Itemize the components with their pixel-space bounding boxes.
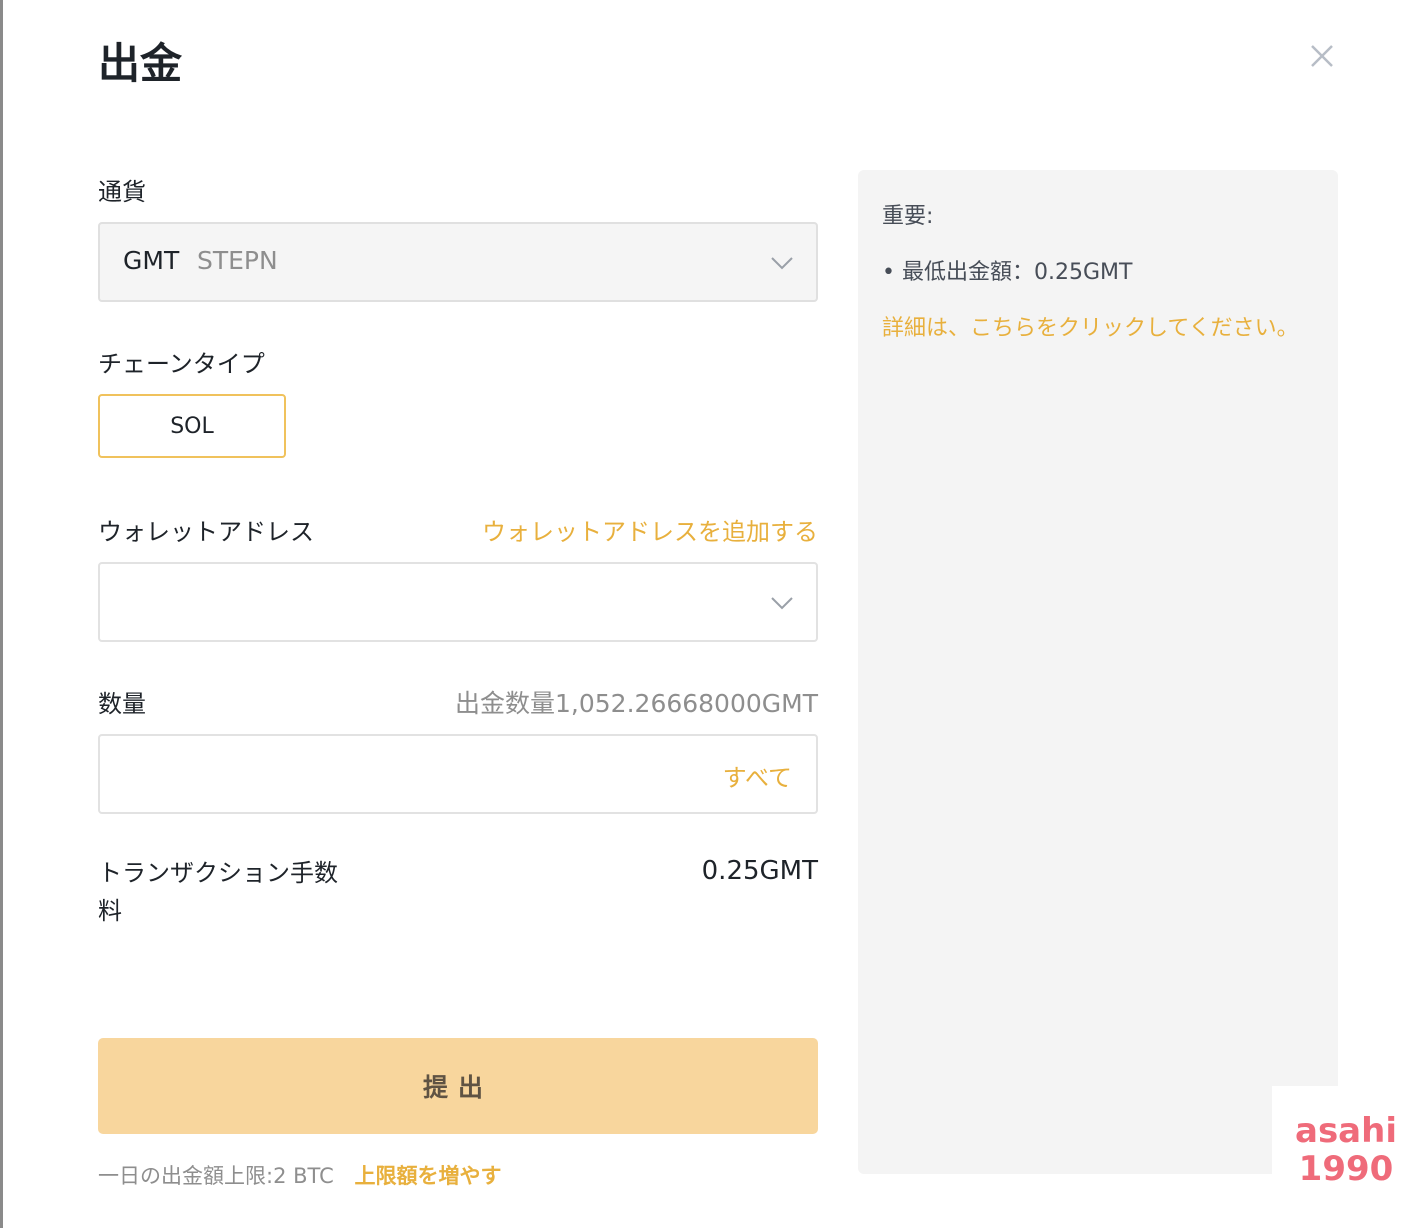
close-button[interactable] bbox=[1302, 36, 1342, 76]
dialog-title: 出金 bbox=[98, 39, 183, 88]
amount-field[interactable]: すべて bbox=[98, 734, 818, 814]
info-title: 重要: bbox=[882, 204, 934, 229]
chain-type-label: チェーンタイプ bbox=[98, 350, 265, 378]
amount-input[interactable] bbox=[120, 754, 680, 794]
submit-button[interactable]: 提出 bbox=[98, 1038, 818, 1134]
min-withdraw-info: • 最低出金額：0.25GMT bbox=[882, 260, 1133, 285]
currency-label: 通貨 bbox=[98, 178, 146, 206]
watermark: asahi 1990 bbox=[1290, 1112, 1402, 1188]
chevron-down-icon bbox=[771, 257, 793, 270]
transaction-fee-label: トランザクション手数料 bbox=[98, 859, 338, 925]
watermark-line2: 1990 bbox=[1298, 1149, 1394, 1189]
increase-limit-link[interactable]: 上限額を増やす bbox=[354, 1164, 501, 1188]
details-link[interactable]: 詳細は、こちらをクリックしてください。 bbox=[882, 310, 1299, 342]
wallet-address-label: ウォレットアドレス bbox=[98, 518, 314, 546]
withdraw-dialog: 出金 通貨 GMT STEPN チェーンタイプ SOL ウォレットアドレス ウォ… bbox=[0, 0, 1412, 1228]
chain-option-sol[interactable]: SOL bbox=[98, 394, 286, 458]
watermark-line1: asahi bbox=[1295, 1111, 1397, 1151]
amount-label: 数量 bbox=[98, 690, 146, 718]
window-edge bbox=[0, 0, 3, 1228]
transaction-fee-value: 0.25GMT bbox=[701, 856, 818, 886]
chevron-down-icon bbox=[771, 597, 793, 610]
max-amount-link[interactable]: すべて bbox=[723, 758, 792, 793]
daily-limit-text: 一日の出金額上限:2 BTC bbox=[98, 1164, 334, 1188]
currency-name: STEPN bbox=[197, 246, 278, 275]
add-wallet-address-link[interactable]: ウォレットアドレスを追加する bbox=[482, 512, 818, 547]
important-info-panel: 重要: • 最低出金額：0.25GMT 詳細は、こちらをクリックしてください。 bbox=[858, 170, 1338, 1174]
currency-code: GMT bbox=[123, 246, 180, 275]
available-amount: 出金数量1,052.26668000GMT bbox=[455, 689, 818, 718]
wallet-address-select[interactable] bbox=[98, 562, 818, 642]
daily-limit-row: 一日の出金額上限:2 BTC 上限額を増やす bbox=[98, 1160, 501, 1190]
currency-select[interactable]: GMT STEPN bbox=[98, 222, 818, 302]
close-icon bbox=[1311, 45, 1333, 67]
